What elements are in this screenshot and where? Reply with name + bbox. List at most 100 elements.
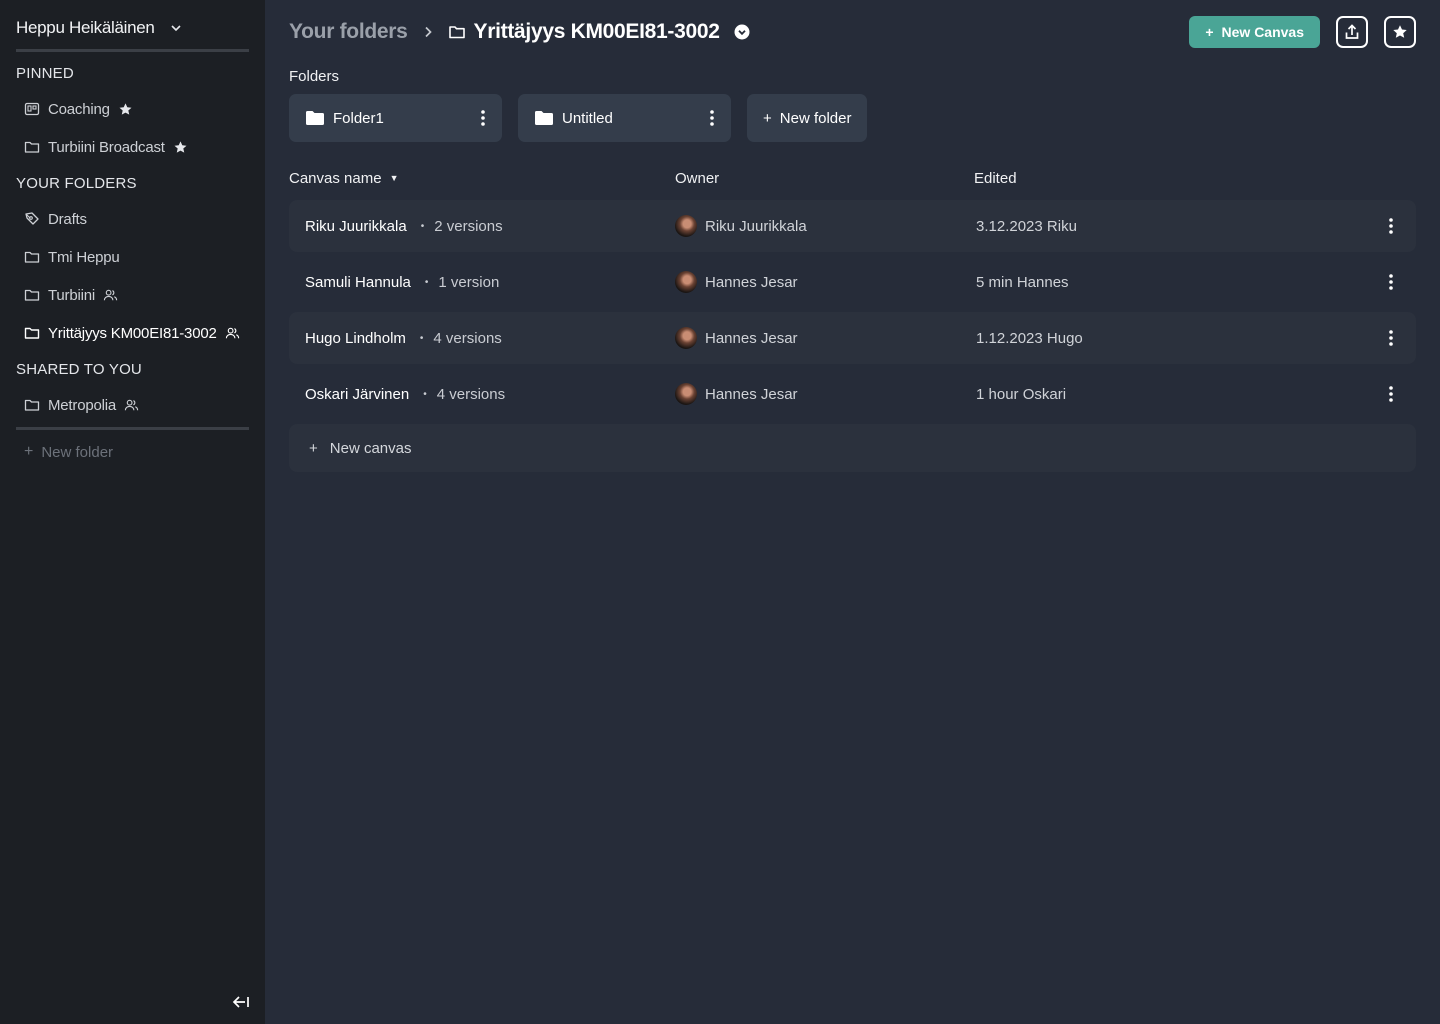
star-icon xyxy=(173,140,188,155)
version-count: • 1 version xyxy=(424,273,500,291)
column-label: Canvas name xyxy=(289,169,382,187)
folder-card[interactable]: Folder1 xyxy=(289,94,502,142)
canvas-name: Hugo Lindholm xyxy=(305,329,406,347)
section-shared: SHARED TO YOU xyxy=(16,360,142,378)
column-header-edited[interactable]: Edited xyxy=(974,170,1416,187)
chevron-right-icon xyxy=(422,25,434,39)
sidebar-item-label: Turbiini xyxy=(48,286,96,304)
table-header: Canvas name ▼ Owner Edited xyxy=(289,160,1416,196)
new-folder-label: New folder xyxy=(41,443,114,461)
folder-card[interactable]: Untitled xyxy=(518,94,731,142)
share-icon xyxy=(1345,24,1359,39)
new-folder-label: New folder xyxy=(779,109,852,127)
edited-info: 1 hour Oskari xyxy=(976,385,1067,403)
new-canvas-button[interactable]: + New Canvas xyxy=(1189,16,1320,48)
sidebar: Heppu Heikäläinen PINNED Coaching Turbii… xyxy=(0,0,265,1024)
pen-icon xyxy=(24,211,40,227)
more-options-icon[interactable] xyxy=(709,109,715,127)
main-content: Your folders Yrittäjyys KM00EI81-3002 + … xyxy=(265,0,1440,1024)
plus-icon: + xyxy=(763,109,772,127)
edited-info: 1.12.2023 Hugo xyxy=(976,329,1083,347)
plus-icon: + xyxy=(1205,24,1214,40)
folders-heading: Folders xyxy=(289,67,340,85)
table-row[interactable]: Riku Juurikkala • 2 versions Riku Juurikk… xyxy=(289,200,1416,252)
owner-name: Hannes Jesar xyxy=(705,385,798,403)
new-folder-button[interactable]: + New folder xyxy=(747,94,868,142)
chevron-down-icon xyxy=(169,21,183,35)
column-label: Edited xyxy=(974,169,1017,187)
sidebar-item-label: Drafts xyxy=(48,210,87,228)
version-count: • 4 versions xyxy=(423,385,506,403)
folder-icon xyxy=(24,397,40,413)
collapse-sidebar-button[interactable] xyxy=(231,992,251,1012)
version-count: • 4 versions xyxy=(419,329,502,347)
folders-list: Folder1 Untitled + New folder xyxy=(289,94,1416,142)
sidebar-item-metropolia[interactable]: Metropolia xyxy=(16,386,249,424)
folder-filled-icon xyxy=(305,109,325,127)
table-row[interactable]: Hugo Lindholm • 4 versions Hannes Jesar 1… xyxy=(289,312,1416,364)
sidebar-item-label: Tmi Heppu xyxy=(48,248,120,266)
owner-name: Hannes Jesar xyxy=(705,273,798,291)
favorite-button[interactable] xyxy=(1384,16,1416,48)
top-bar: Your folders Yrittäjyys KM00EI81-3002 + … xyxy=(289,0,1416,64)
more-options-icon[interactable] xyxy=(1388,385,1394,403)
column-header-owner[interactable]: Owner xyxy=(675,170,974,187)
avatar xyxy=(675,271,697,293)
sidebar-item-drafts[interactable]: Drafts xyxy=(16,200,249,238)
users-icon xyxy=(225,326,240,341)
more-options-icon[interactable] xyxy=(1388,329,1394,347)
avatar xyxy=(675,215,697,237)
sidebar-item-label: Yrittäjyys KM00EI81-3002 xyxy=(48,324,217,342)
version-count: • 2 versions xyxy=(420,217,503,235)
table-row[interactable]: Samuli Hannula • 1 version Hannes Jesar 5… xyxy=(289,256,1416,308)
sidebar-item-turbiini-broadcast[interactable]: Turbiini Broadcast xyxy=(16,128,249,166)
star-icon xyxy=(1393,25,1407,38)
sidebar-item-label: Coaching xyxy=(48,100,110,118)
breadcrumb-root[interactable]: Your folders xyxy=(289,20,408,44)
folder-filled-icon xyxy=(534,109,554,127)
section-pinned: PINNED xyxy=(16,64,74,82)
canvas-name: Riku Juurikkala xyxy=(305,217,407,235)
folder-icon xyxy=(24,325,40,341)
new-canvas-label: New Canvas xyxy=(1221,24,1304,40)
sidebar-item-tmi-heppu[interactable]: Tmi Heppu xyxy=(16,238,249,276)
folder-icon xyxy=(24,139,40,155)
table-row[interactable]: Oskari Järvinen • 4 versions Hannes Jesar… xyxy=(289,368,1416,420)
board-icon xyxy=(24,101,40,117)
new-canvas-row-button[interactable]: + New canvas xyxy=(289,424,1416,472)
breadcrumb-current: Yrittäjyys KM00EI81-3002 xyxy=(473,20,720,43)
users-icon xyxy=(103,288,118,303)
sort-down-icon: ▼ xyxy=(389,173,399,183)
owner-name: Hannes Jesar xyxy=(705,329,798,347)
edited-info: 3.12.2023 Riku xyxy=(976,217,1077,235)
chevron-circle-down-icon xyxy=(734,24,750,40)
folder-icon xyxy=(24,287,40,303)
folder-icon xyxy=(24,249,40,265)
folder-name: Untitled xyxy=(562,109,613,127)
sidebar-item-label: Turbiini Broadcast xyxy=(48,138,165,156)
plus-icon: + xyxy=(309,439,318,457)
sidebar-item-turbiini[interactable]: Turbiini xyxy=(16,276,249,314)
owner-name: Riku Juurikkala xyxy=(705,217,807,235)
sidebar-item-yrittajyys[interactable]: Yrittäjyys KM00EI81-3002 xyxy=(16,314,249,352)
folder-name: Folder1 xyxy=(333,109,384,127)
sidebar-new-folder-button[interactable]: + New folder xyxy=(16,430,249,474)
users-icon xyxy=(124,398,139,413)
canvas-name: Oskari Järvinen xyxy=(305,385,410,403)
sidebar-item-coaching[interactable]: Coaching xyxy=(16,90,249,128)
user-menu[interactable]: Heppu Heikäläinen xyxy=(16,0,249,52)
avatar xyxy=(675,383,697,405)
more-options-icon[interactable] xyxy=(480,109,486,127)
user-name: Heppu Heikäläinen xyxy=(16,17,155,37)
folder-options-dropdown[interactable] xyxy=(734,24,750,40)
section-your-folders: YOUR FOLDERS xyxy=(16,174,137,192)
share-button[interactable] xyxy=(1336,16,1368,48)
column-header-name[interactable]: Canvas name ▼ xyxy=(289,170,675,187)
edited-info: 5 min Hannes xyxy=(976,273,1069,291)
more-options-icon[interactable] xyxy=(1388,273,1394,291)
more-options-icon[interactable] xyxy=(1388,217,1394,235)
column-label: Owner xyxy=(675,169,720,187)
sidebar-item-label: Metropolia xyxy=(48,396,117,414)
canvas-list: Riku Juurikkala • 2 versions Riku Juurikk… xyxy=(289,200,1416,472)
collapse-arrow-icon xyxy=(232,996,249,1008)
